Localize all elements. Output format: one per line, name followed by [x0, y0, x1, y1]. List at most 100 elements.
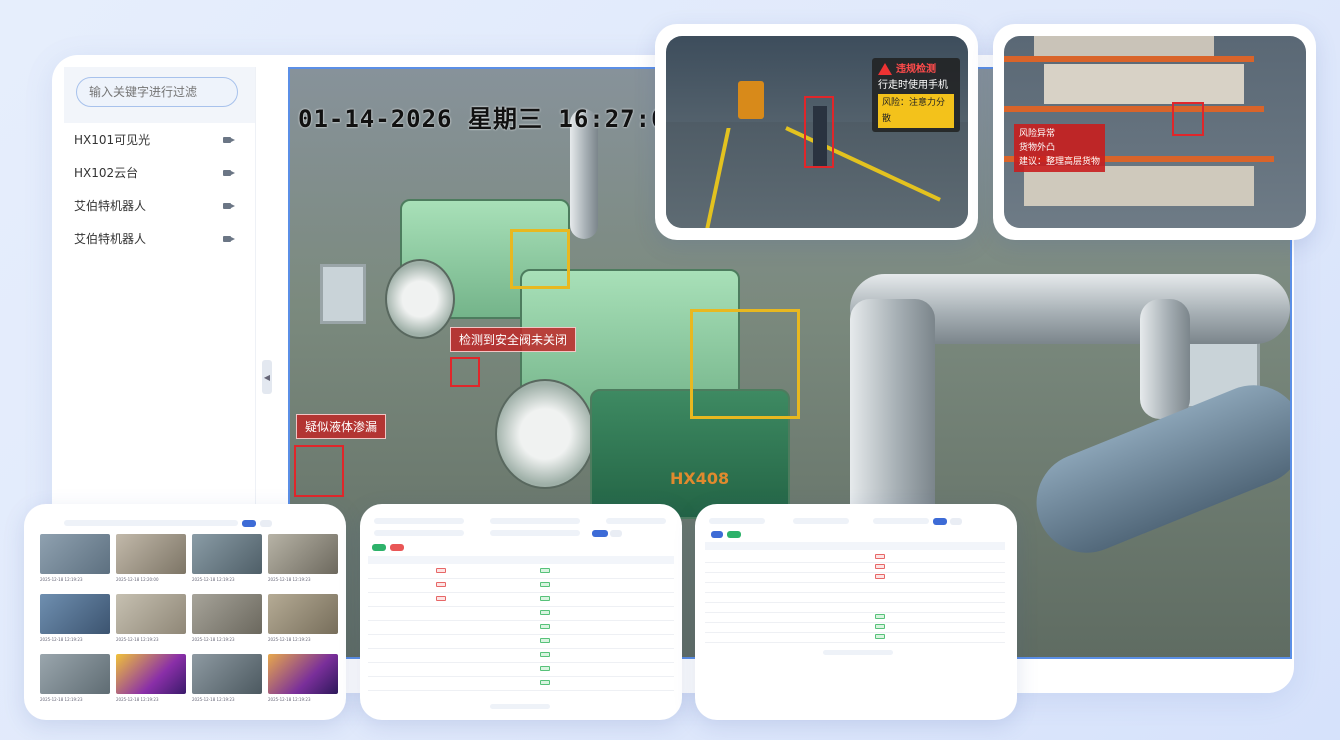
- pagination[interactable]: [490, 704, 550, 709]
- level-badge: [436, 568, 446, 573]
- shelf-scene: 风险异常 货物外凸 建议：整理高层货物: [1004, 36, 1306, 228]
- snapshot-time: 2025-12-18 12:19:23: [268, 637, 311, 642]
- camera-item-hx101[interactable]: HX101可见光: [64, 123, 255, 156]
- snapshot-thumb[interactable]: [116, 534, 186, 574]
- filter-input[interactable]: [873, 518, 929, 524]
- filter-input[interactable]: [709, 518, 765, 524]
- status-badge: [540, 680, 550, 685]
- camera-item-label: HX101可见光: [74, 133, 151, 147]
- alert-label-leak[interactable]: 疑似液体渗漏: [296, 414, 387, 439]
- table-row[interactable]: [705, 642, 1005, 643]
- sidebar-collapse-handle[interactable]: ◀: [262, 360, 272, 394]
- table-row[interactable]: [368, 634, 674, 635]
- table-row[interactable]: [705, 622, 1005, 623]
- snapshot-thumb[interactable]: [192, 654, 262, 694]
- camera-icon: [223, 235, 235, 243]
- snapshot-thumb[interactable]: [268, 534, 338, 574]
- export-button[interactable]: [372, 544, 386, 551]
- search-button[interactable]: [933, 518, 947, 525]
- table-row[interactable]: [705, 572, 1005, 573]
- snapshot-thumb[interactable]: [192, 594, 262, 634]
- shelf-risk-line: 建议：整理高层货物: [1019, 157, 1101, 167]
- wall-window: [320, 264, 366, 324]
- warning-icon: [878, 63, 892, 75]
- reset-button[interactable]: [610, 530, 622, 537]
- detection-box-leak[interactable]: [294, 445, 344, 497]
- shelf-alert-card[interactable]: 风险异常 货物外凸 建议：整理高层货物: [993, 24, 1316, 240]
- snapshot-time: 2025-12-18 12:19:23: [116, 697, 159, 702]
- delete-button[interactable]: [390, 544, 404, 551]
- add-button[interactable]: [711, 531, 723, 538]
- filter-input[interactable]: [793, 518, 849, 524]
- camera-item-robot-1[interactable]: 艾伯特机器人: [64, 189, 255, 222]
- table-row[interactable]: [368, 592, 674, 593]
- camera-filter-input[interactable]: [76, 77, 238, 107]
- snapshot-time: 2025-12-18 12:19:23: [192, 577, 235, 582]
- snapshot-thumb[interactable]: [40, 654, 110, 694]
- table-row[interactable]: [705, 612, 1005, 613]
- snapshot-thumb[interactable]: [268, 594, 338, 634]
- snapshot-thumb[interactable]: [192, 534, 262, 574]
- camera-item-hx102[interactable]: HX102云台: [64, 156, 255, 189]
- snapshot-time: 2025-12-18 12:19:23: [268, 697, 311, 702]
- table-row[interactable]: [368, 676, 674, 677]
- snapshot-thumb[interactable]: [40, 534, 110, 574]
- camera-item-label: HX102云台: [74, 166, 139, 180]
- search-button[interactable]: [592, 530, 608, 537]
- snapshot-thumb-thermal[interactable]: [268, 654, 338, 694]
- machine-label: HX408: [670, 469, 730, 488]
- snapshot-time: 2025-12-18 12:19:23: [192, 637, 235, 642]
- snapshot-thumb-thermal[interactable]: [116, 654, 186, 694]
- table-row[interactable]: [368, 578, 674, 579]
- cargo-boxes: [1044, 64, 1244, 104]
- detection-box-valve[interactable]: [450, 357, 480, 387]
- table-row[interactable]: [705, 582, 1005, 583]
- table-row[interactable]: [705, 562, 1005, 563]
- pagination[interactable]: [823, 650, 893, 655]
- camera-icon: [223, 169, 235, 177]
- export-button[interactable]: [727, 531, 741, 538]
- snapshot-thumb[interactable]: [116, 594, 186, 634]
- table-row[interactable]: [368, 662, 674, 663]
- filter-input[interactable]: [374, 530, 464, 536]
- filter-input[interactable]: [374, 518, 464, 524]
- filter-input[interactable]: [490, 530, 580, 536]
- snapshot-time: 2025-12-18 12:20:00: [116, 577, 159, 582]
- shelf-risk-tag[interactable]: 风险异常 货物外凸 建议：整理高层货物: [1014, 124, 1106, 172]
- motor-end-cap: [495, 379, 595, 489]
- violation-tag-title-row: 违规检测: [878, 62, 954, 78]
- level-badge: [436, 582, 446, 587]
- detection-box-cargo[interactable]: [1172, 102, 1204, 136]
- reset-button[interactable]: [260, 520, 272, 527]
- snapshot-gallery-card[interactable]: 2025-12-18 12:19:23 2025-12-18 12:20:00 …: [24, 504, 346, 720]
- date-range-input[interactable]: [64, 520, 238, 526]
- snapshot-thumb[interactable]: [40, 594, 110, 634]
- status-badge: [540, 610, 550, 615]
- filter-input[interactable]: [490, 518, 580, 524]
- table-row[interactable]: [705, 592, 1005, 593]
- status-badge: [540, 666, 550, 671]
- snapshot-time: 2025-12-18 12:19:23: [40, 637, 83, 642]
- table-row[interactable]: [368, 606, 674, 607]
- violation-tag-title: 违规检测: [896, 64, 936, 75]
- reset-button[interactable]: [950, 518, 962, 525]
- inspection-record-card[interactable]: [360, 504, 682, 720]
- filter-input[interactable]: [606, 518, 666, 524]
- table-row[interactable]: [705, 602, 1005, 603]
- status-badge: [875, 554, 885, 559]
- table-row[interactable]: [705, 632, 1005, 633]
- table-row[interactable]: [368, 690, 674, 691]
- status-badge: [540, 652, 550, 657]
- status-badge: [875, 624, 885, 629]
- search-button[interactable]: [242, 520, 256, 527]
- warehouse-alert-card[interactable]: 违规检测 行走时使用手机 风险：注意力分散: [655, 24, 978, 240]
- camera-item-robot-2[interactable]: 艾伯特机器人: [64, 222, 255, 255]
- status-badge: [540, 582, 550, 587]
- table-row[interactable]: [368, 648, 674, 649]
- task-table-card[interactable]: [695, 504, 1017, 720]
- violation-tag[interactable]: 违规检测 行走时使用手机 风险：注意力分散: [872, 58, 960, 132]
- detection-box-worker[interactable]: [804, 96, 834, 168]
- alert-label-valve[interactable]: 检测到安全阀未关闭: [450, 327, 577, 352]
- table-row[interactable]: [368, 620, 674, 621]
- status-badge: [875, 564, 885, 569]
